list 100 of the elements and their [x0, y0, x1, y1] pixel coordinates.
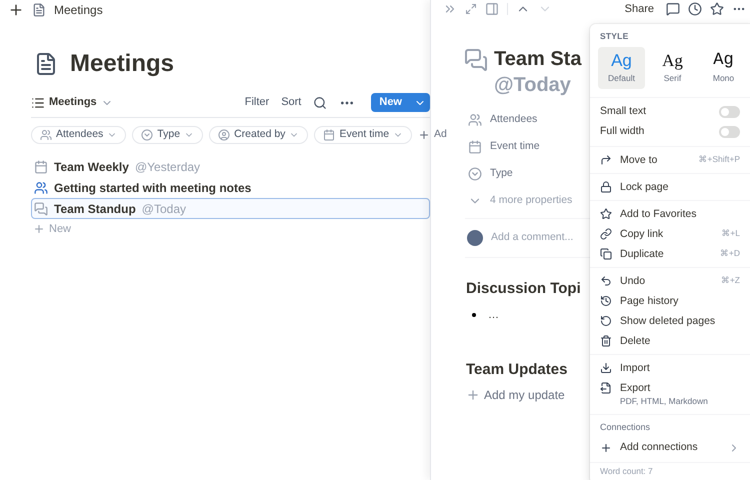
comment-icon[interactable]	[666, 2, 680, 16]
connections-label: Connections	[599, 420, 652, 434]
menu-item-label: Copy link	[620, 226, 664, 241]
font-sample: Ag	[611, 50, 632, 72]
font-style-option[interactable]: Ag Serif	[649, 46, 696, 89]
menu-item[interactable]: Import	[590, 358, 750, 378]
filter-icon	[141, 129, 154, 141]
toggle-label: Small text	[600, 104, 646, 119]
list-row[interactable]: Getting started with meeting notes	[31, 177, 430, 198]
filter-icon	[40, 129, 52, 141]
toggle-switch[interactable]	[719, 106, 740, 118]
toolbar-action[interactable]: Filter	[244, 94, 270, 111]
breadcrumb-title[interactable]: Meetings	[54, 1, 103, 19]
font-style-option[interactable]: Ag Default	[598, 46, 645, 89]
row-title[interactable]: Team Weekly	[54, 158, 129, 176]
plus-icon	[600, 442, 612, 454]
page-title: Meetings	[70, 49, 174, 79]
filter-chip[interactable]: Attendees	[31, 126, 126, 144]
row-title[interactable]: Team Standup	[54, 200, 136, 218]
property-name[interactable]: Attendees	[490, 112, 538, 128]
page-icon	[32, 3, 46, 17]
toggle-switch[interactable]	[719, 126, 740, 138]
menu-item-icon	[600, 382, 612, 394]
clock-icon[interactable]	[688, 2, 702, 16]
panel-icon[interactable]	[485, 2, 499, 16]
menu-item[interactable]: Delete	[590, 330, 750, 351]
toolbar-action[interactable]: Sort	[281, 94, 302, 111]
menu-item-label: Delete	[620, 334, 652, 348]
new-label[interactable]: New	[371, 94, 410, 111]
section-heading: Team Updates	[466, 360, 568, 380]
add-update-button[interactable]: Add my update	[466, 386, 565, 404]
list-row[interactable]: Team Standup @Today	[31, 198, 430, 219]
menu-item[interactable]: Duplicate ⌘+D	[590, 244, 750, 264]
menu-item-label: Lock page	[620, 180, 670, 194]
bullet-text: …	[488, 308, 499, 322]
menu-item[interactable]: Copy link ⌘+L	[590, 224, 750, 244]
plus-icon	[33, 223, 45, 235]
property-name[interactable]: Type	[490, 166, 513, 182]
view-tab[interactable]: Meetings	[31, 94, 113, 111]
menu-item-label: Duplicate	[620, 246, 665, 261]
filter-chip[interactable]: Created by	[209, 126, 308, 144]
menu-item-icon	[600, 362, 612, 374]
menu-item[interactable]: Export PDF, HTML, Markdown	[590, 378, 750, 410]
font-sample: Ag	[662, 50, 683, 72]
filter-icon	[323, 129, 336, 141]
avatar	[467, 230, 483, 246]
add-filter-button[interactable]: Ad	[418, 127, 447, 143]
menu-item-label: Undo	[620, 274, 646, 288]
keyboard-shortcut: ⌘+D	[720, 246, 740, 260]
menu-item-label: Add to Favorites	[620, 206, 698, 221]
search-icon[interactable]	[313, 96, 328, 110]
font-style-option[interactable]: Ag Mono	[700, 46, 747, 89]
plus-icon	[466, 388, 480, 402]
star-icon[interactable]	[710, 2, 724, 16]
menu-item-icon	[600, 228, 612, 240]
menu-item-label: Show deleted pages	[620, 314, 716, 328]
menu-item-icon	[600, 274, 612, 287]
menu-item[interactable]: Show deleted pages	[590, 310, 750, 331]
menu-item-label: Add connections	[620, 440, 699, 455]
chat-bubbles-icon	[464, 48, 488, 72]
new-button[interactable]: New	[371, 93, 430, 112]
share-link[interactable]: Share	[624, 0, 654, 18]
menu-item-icon	[600, 180, 612, 193]
menu-item-icon	[600, 294, 612, 307]
menu-item[interactable]: Lock page	[590, 176, 750, 197]
menu-item[interactable]: Add connections	[590, 437, 750, 459]
page-icon	[34, 52, 58, 76]
plus-icon[interactable]	[8, 2, 24, 18]
menu-item-description: PDF, HTML, Markdown	[620, 394, 709, 408]
row-icon	[34, 160, 48, 174]
peek-title: Team Sta	[494, 47, 582, 72]
section-heading: Discussion Topi	[466, 279, 581, 299]
menu-item-label: Export	[620, 380, 652, 395]
word-count: Word count: 7	[599, 464, 654, 478]
property-name[interactable]: Event time	[490, 138, 540, 154]
menu-item-icon	[600, 314, 612, 327]
menu-item-icon	[600, 208, 612, 220]
filter-icon	[218, 129, 230, 141]
menu-item[interactable]: Add to Favorites	[590, 204, 750, 224]
style-label: STYLE	[599, 30, 630, 43]
menu-item-label: Move to	[620, 152, 658, 167]
menu-item-label: Page history	[620, 294, 680, 308]
row-title[interactable]: Getting started with meeting notes	[54, 178, 252, 196]
list-row[interactable]: Team Weekly @Yesterday	[31, 156, 430, 177]
menu-item[interactable]: Undo ⌘+Z	[590, 270, 750, 291]
font-sample: Ag	[713, 50, 734, 72]
property-icon	[468, 166, 482, 180]
keyboard-shortcut: ⌘+L	[721, 226, 740, 240]
filter-chip[interactable]: Event time	[314, 126, 412, 144]
list-icon	[31, 96, 45, 110]
menu-item-label: Import	[620, 360, 651, 375]
expand-icon[interactable]	[465, 3, 477, 15]
keyboard-shortcut: ⌘+Shift+P	[698, 152, 740, 166]
menu-item-icon	[600, 154, 612, 166]
font-style-label: Mono	[712, 72, 734, 86]
menu-item[interactable]: Move to ⌘+Shift+P	[590, 150, 750, 170]
menu-item-icon	[600, 248, 612, 260]
property-icon	[468, 112, 482, 126]
filter-chip[interactable]: Type	[132, 126, 204, 144]
menu-item[interactable]: Page history	[590, 290, 750, 311]
